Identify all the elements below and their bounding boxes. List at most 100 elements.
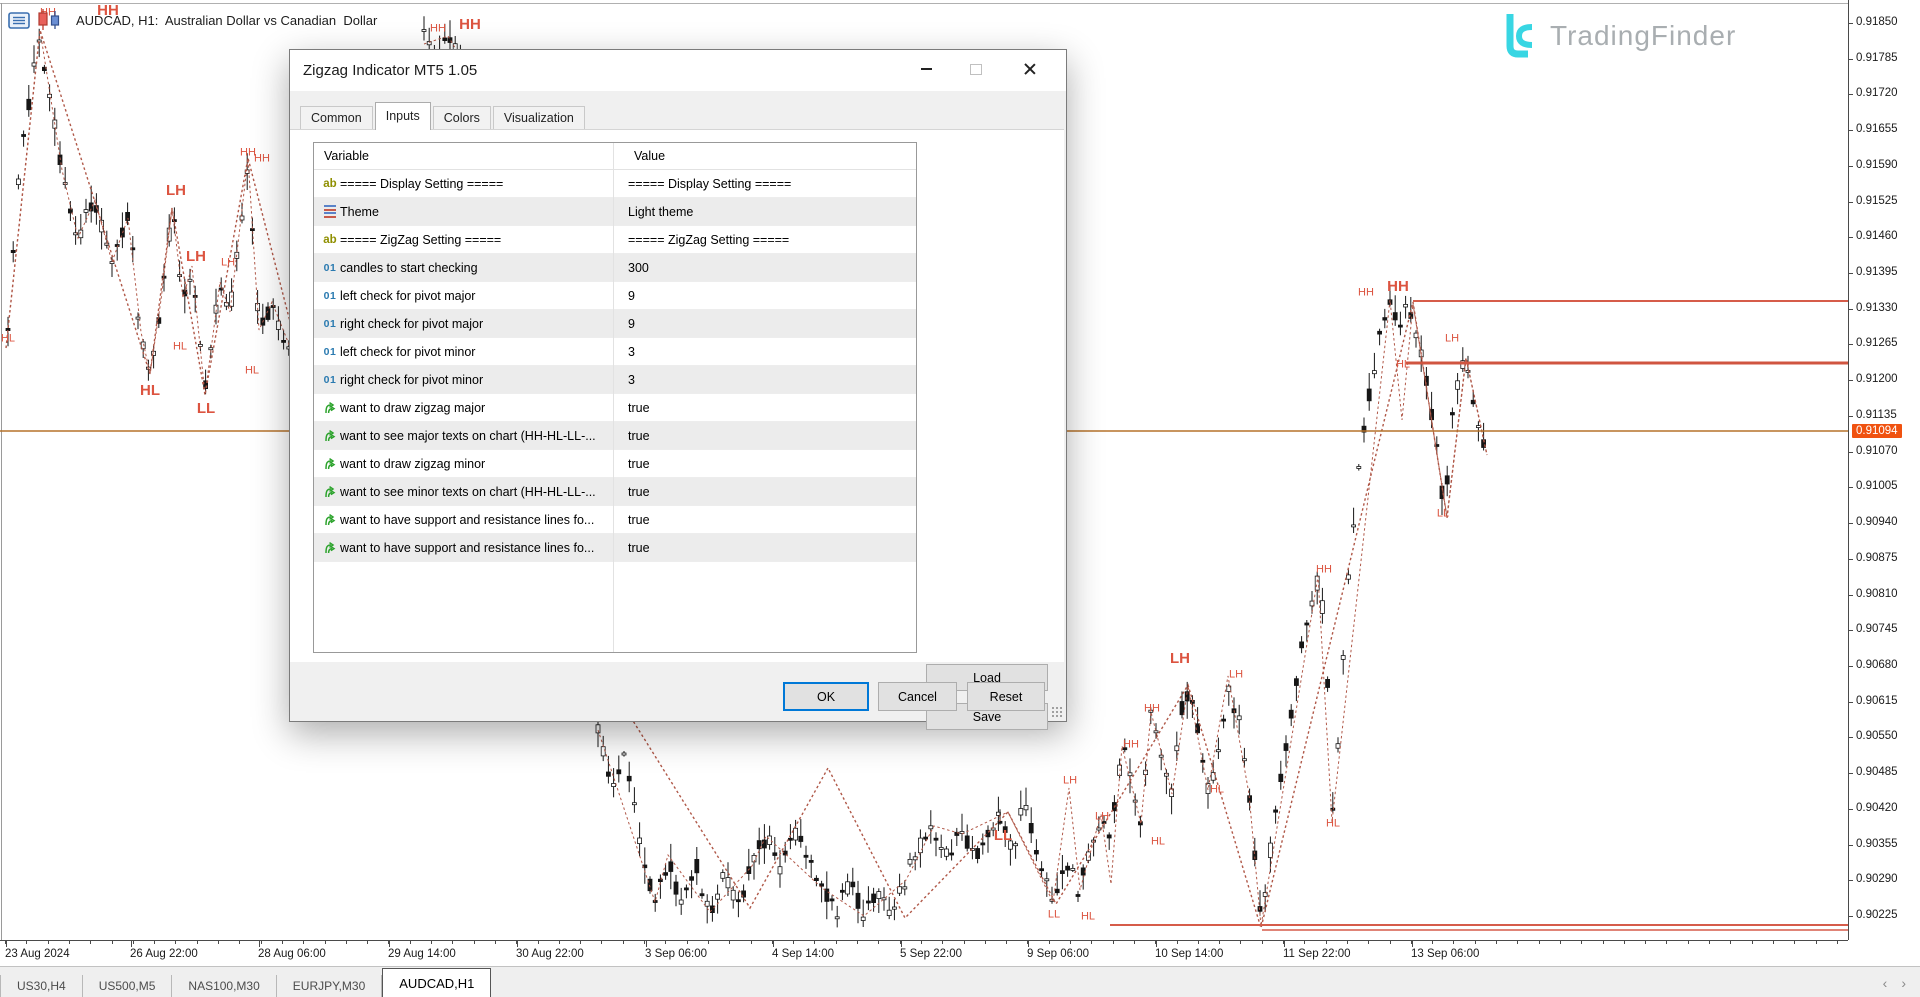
minimize-button[interactable] <box>904 50 948 88</box>
time-tick-minor <box>580 941 581 944</box>
dialog-tab-colors[interactable]: Colors <box>433 106 491 130</box>
time-tick-minor <box>1091 941 1092 944</box>
time-tick-minor <box>26 941 27 944</box>
price-axis-label: 0.91070 <box>1856 445 1898 457</box>
time-tick-minor <box>793 941 794 944</box>
chart-tab-audcad-h1[interactable]: AUDCAD,H1 <box>382 968 491 997</box>
bool-param-icon <box>320 400 340 415</box>
chart-tab-nas100-m30[interactable]: NAS100,M30 <box>172 975 276 997</box>
parameter-value[interactable]: 300 <box>617 261 649 275</box>
parameter-row[interactable]: want to have support and resistance line… <box>314 506 916 534</box>
time-tick-major <box>131 941 132 947</box>
time-tick-major <box>1156 941 1157 947</box>
variable-column-header: Variable <box>314 143 623 169</box>
chart-tab-us30-h4[interactable]: US30,H4 <box>0 975 83 997</box>
parameter-value[interactable]: ===== ZigZag Setting ===== <box>617 233 789 247</box>
parameter-row[interactable]: want to draw zigzag minortrue <box>314 450 916 478</box>
parameter-row[interactable]: 01left check for pivot major9 <box>314 282 916 310</box>
chart-tab-us500-m5[interactable]: US500,M5 <box>83 975 173 997</box>
parameter-row[interactable]: want to have support and resistance line… <box>314 534 916 562</box>
integer-param-icon: 01 <box>320 318 340 330</box>
parameter-value[interactable]: true <box>617 429 650 443</box>
dialog-tab-inputs[interactable]: Inputs <box>375 102 431 130</box>
parameter-row[interactable]: 01right check for pivot major9 <box>314 310 916 338</box>
maximize-button[interactable] <box>954 50 998 88</box>
price-tick <box>1849 630 1853 631</box>
resize-grip[interactable] <box>1051 706 1063 718</box>
time-tick-minor <box>836 941 837 944</box>
bool-param-icon <box>320 428 340 443</box>
parameter-row[interactable]: ThemeLight theme <box>314 198 916 226</box>
parameter-row[interactable]: 01right check for pivot minor3 <box>314 366 916 394</box>
time-tick-minor <box>1730 941 1731 944</box>
ok-button[interactable]: OK <box>783 682 869 711</box>
price-tick <box>1849 595 1853 596</box>
chart-symbol-title: AUDCAD, H1: Australian Dollar vs Canadia… <box>76 13 377 28</box>
time-tick-minor <box>1347 941 1348 944</box>
chart-tab-eurjpy-m30[interactable]: EURJPY,M30 <box>277 975 382 997</box>
parameter-name: want to have support and resistance line… <box>340 513 617 527</box>
swing-label-lh: LH <box>1445 333 1459 345</box>
swing-label-lh: LH <box>1095 811 1109 823</box>
parameter-value[interactable]: true <box>617 513 650 527</box>
time-tick-minor <box>1666 941 1667 944</box>
parameter-row[interactable]: 01left check for pivot minor3 <box>314 338 916 366</box>
time-tick-minor <box>1198 941 1199 944</box>
time-tick-minor <box>1113 941 1114 944</box>
time-tick-minor <box>197 941 198 944</box>
maximize-icon <box>970 64 982 75</box>
parameter-row[interactable]: ab===== ZigZag Setting ========== ZigZag… <box>314 226 916 254</box>
close-button[interactable] <box>1008 50 1052 88</box>
time-tick-major <box>389 941 390 947</box>
reset-button[interactable]: Reset <box>967 682 1045 711</box>
parameter-value[interactable]: true <box>617 457 650 471</box>
parameter-value[interactable]: true <box>617 541 650 555</box>
integer-param-icon: 01 <box>320 346 340 358</box>
time-axis-label: 29 Aug 14:00 <box>388 948 456 960</box>
parameter-row[interactable]: want to see minor texts on chart (HH-HL-… <box>314 478 916 506</box>
enum-list-icon <box>324 205 336 218</box>
time-tick-minor <box>261 941 262 944</box>
swing-label-lh: LH <box>221 257 235 269</box>
time-tick-major <box>6 941 7 947</box>
swing-label-hh: HH <box>1123 739 1139 751</box>
parameter-row[interactable]: want to draw zigzag majortrue <box>314 394 916 422</box>
dialog-titlebar[interactable]: Zigzag Indicator MT5 1.05 <box>290 50 1066 91</box>
cancel-button[interactable]: Cancel <box>878 682 957 711</box>
string-param-icon: ab <box>320 178 340 190</box>
time-tick-minor <box>857 941 858 944</box>
parameter-name: right check for pivot minor <box>340 373 617 387</box>
price-axis-label: 0.90550 <box>1856 730 1898 742</box>
parameter-value[interactable]: true <box>617 485 650 499</box>
parameter-value[interactable]: 9 <box>617 289 635 303</box>
time-tick-minor <box>601 941 602 944</box>
dialog-title: Zigzag Indicator MT5 1.05 <box>303 62 477 79</box>
time-tick-minor <box>325 941 326 944</box>
tab-scroll-right-icon[interactable]: › <box>1901 975 1906 991</box>
parameter-value[interactable]: 3 <box>617 373 635 387</box>
bool-fork-icon <box>323 428 338 443</box>
price-axis-label: 0.91265 <box>1856 337 1898 349</box>
price-tick <box>1849 559 1853 560</box>
dialog-tab-common[interactable]: Common <box>300 106 373 130</box>
price-axis-label: 0.91005 <box>1856 480 1898 492</box>
tab-scroll-left-icon[interactable]: ‹ <box>1883 975 1888 991</box>
parameter-value[interactable]: true <box>617 401 650 415</box>
time-tick-minor <box>90 941 91 944</box>
time-tick-minor <box>239 941 240 944</box>
parameter-row[interactable]: ab===== Display Setting ========== Displ… <box>314 170 916 198</box>
parameter-value[interactable]: 9 <box>617 317 635 331</box>
parameter-value[interactable]: 3 <box>617 345 635 359</box>
dialog-tab-visualization[interactable]: Visualization <box>493 106 585 130</box>
parameter-value[interactable]: Light theme <box>617 205 693 219</box>
parameter-row[interactable]: 01candles to start checking300 <box>314 254 916 282</box>
price-tick <box>1849 487 1853 488</box>
integer-param-icon: 01 <box>320 290 340 302</box>
parameter-row[interactable]: want to see major texts on chart (HH-HL-… <box>314 422 916 450</box>
swing-label-ll: LL <box>994 827 1012 844</box>
time-tick-minor <box>1326 941 1327 944</box>
parameter-value[interactable]: ===== Display Setting ===== <box>617 177 791 191</box>
time-axis[interactable]: 23 Aug 202426 Aug 22:0028 Aug 06:0029 Au… <box>0 940 1848 967</box>
price-axis[interactable]: 0.91094 0.918500.917850.917200.916550.91… <box>1848 0 1920 940</box>
time-tick-minor <box>751 941 752 944</box>
